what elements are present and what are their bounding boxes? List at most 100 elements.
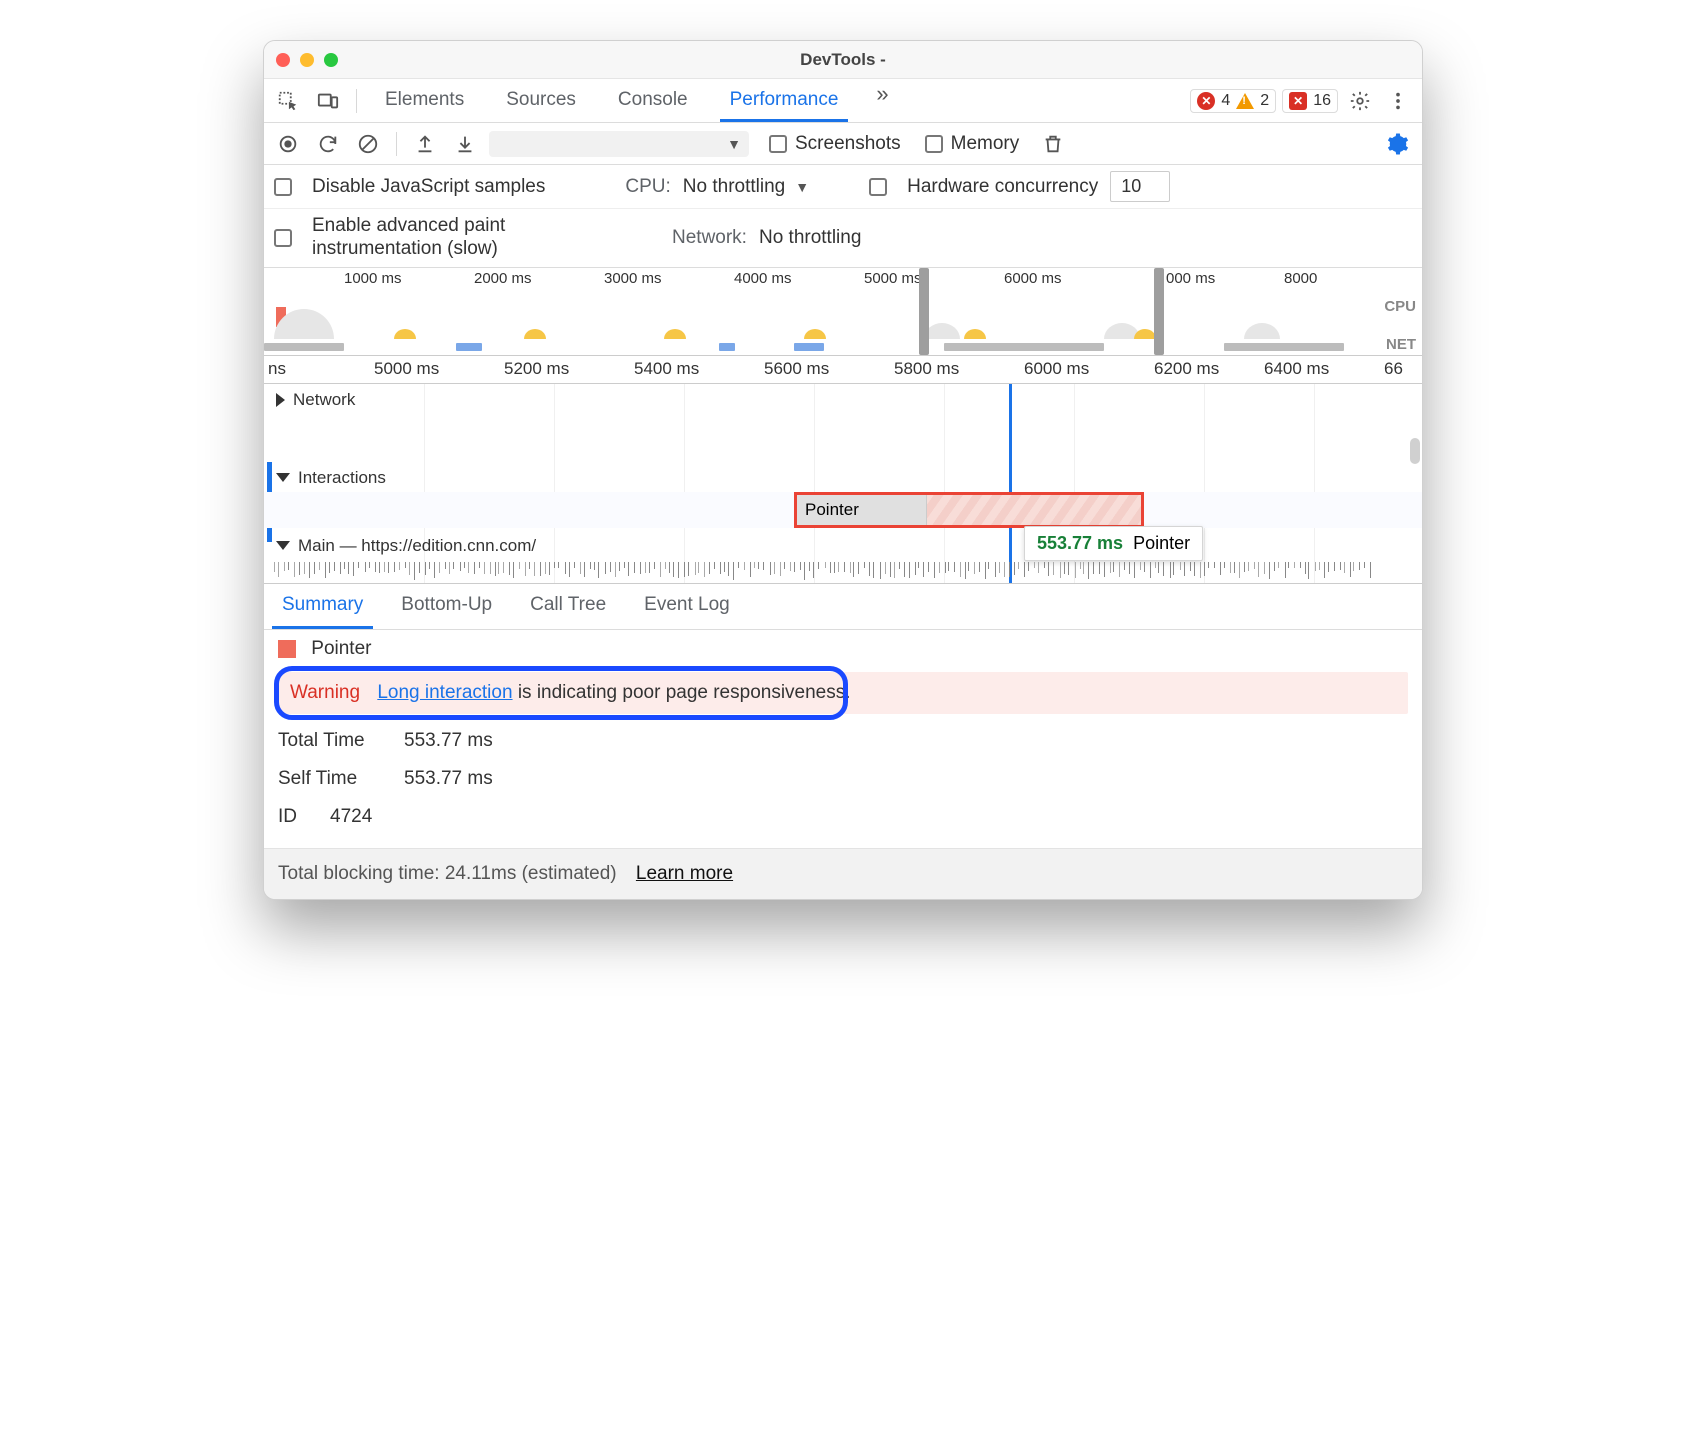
- long-interaction-link[interactable]: Long interaction: [377, 682, 512, 703]
- id-row: ID 4724: [278, 806, 1408, 828]
- scrollbar-thumb[interactable]: [1410, 438, 1420, 464]
- pointer-color-swatch: [278, 640, 296, 658]
- overview-tick: 1000 ms: [344, 270, 402, 287]
- main-flame-strip: [264, 562, 1422, 584]
- id-key: ID: [278, 806, 314, 828]
- network-throttling-select[interactable]: No throttling: [759, 227, 861, 249]
- subtab-summary[interactable]: Summary: [272, 584, 373, 629]
- interactions-track-label: Interactions: [298, 468, 386, 488]
- main-track-header[interactable]: Main — https://edition.cnn.com/: [264, 536, 1412, 556]
- tbt-text: Total blocking time: 24.11ms (estimated): [278, 863, 617, 884]
- zoom-window-button[interactable]: [324, 53, 338, 67]
- overview-tick: 2000 ms: [474, 270, 532, 287]
- hw-concurrency-input[interactable]: 10: [1110, 171, 1170, 202]
- detail-ruler[interactable]: ns 5000 ms 5200 ms 5400 ms 5600 ms 5800 …: [264, 356, 1422, 384]
- console-status-button[interactable]: ✕ 4 2: [1190, 89, 1276, 113]
- warning-text: is indicating poor page responsiveness.: [513, 682, 851, 703]
- tab-console[interactable]: Console: [608, 81, 698, 121]
- issues-icon: ✕: [1289, 92, 1307, 110]
- performance-toolbar: ▼ Screenshots Memory: [264, 123, 1422, 165]
- minimize-window-button[interactable]: [300, 53, 314, 67]
- summary-event-name: Pointer: [311, 638, 371, 659]
- subtab-event-log[interactable]: Event Log: [634, 584, 740, 629]
- warning-label: Warning: [290, 682, 360, 703]
- download-icon[interactable]: [449, 128, 481, 160]
- titlebar: DevTools -: [264, 41, 1422, 79]
- traffic-lights: [276, 53, 338, 67]
- disable-js-label: Disable JavaScript samples: [312, 176, 545, 198]
- overview-ticks: 1000 ms 2000 ms 3000 ms 4000 ms 5000 ms …: [264, 268, 1422, 290]
- memory-label: Memory: [951, 133, 1020, 155]
- more-tabs-icon[interactable]: »: [870, 81, 894, 121]
- total-time-key: Total Time: [278, 730, 388, 752]
- overview-timeline[interactable]: 1000 ms 2000 ms 3000 ms 4000 ms 5000 ms …: [264, 268, 1422, 356]
- error-icon: ✕: [1197, 92, 1215, 110]
- ruler-tick: 5000 ms: [374, 359, 439, 379]
- window-title: DevTools -: [264, 50, 1422, 70]
- learn-more-link[interactable]: Learn more: [636, 863, 733, 884]
- overview-tick: 4000 ms: [734, 270, 792, 287]
- hw-concurrency-checkbox[interactable]: [869, 178, 887, 196]
- panel-tabs: Elements Sources Console Performance »: [375, 81, 895, 121]
- recording-selector[interactable]: ▼: [489, 131, 749, 157]
- ruler-tick: 5800 ms: [894, 359, 959, 379]
- settings-icon[interactable]: [1344, 85, 1376, 117]
- overview-handle-left[interactable]: [919, 268, 929, 355]
- summary-title-row: Pointer: [278, 638, 1408, 660]
- screenshots-label: Screenshots: [795, 133, 901, 155]
- ruler-tick: 5400 ms: [634, 359, 699, 379]
- overview-cpu-label: CPU: [1384, 298, 1416, 315]
- tab-performance[interactable]: Performance: [720, 81, 849, 122]
- summary-panel: Pointer Warning Long interaction is indi…: [264, 630, 1422, 828]
- inspect-icon[interactable]: [272, 85, 304, 117]
- reload-record-button[interactable]: [312, 128, 344, 160]
- network-track-label: Network: [293, 390, 355, 410]
- device-toggle-icon[interactable]: [312, 85, 344, 117]
- tab-elements[interactable]: Elements: [375, 81, 474, 121]
- ruler-tick: 5200 ms: [504, 359, 569, 379]
- cpu-throttling-select[interactable]: No throttling ▼: [683, 176, 809, 198]
- advanced-paint-checkbox[interactable]: [274, 229, 292, 247]
- overview-net-label: NET: [1386, 336, 1416, 353]
- network-label: Network:: [672, 227, 747, 249]
- network-track-header[interactable]: Network: [264, 390, 1412, 410]
- self-time-row: Self Time 553.77 ms: [278, 768, 1408, 790]
- separator: [356, 89, 357, 113]
- flame-chart-area[interactable]: Network Interactions Pointer 553.77 ms P…: [264, 384, 1422, 584]
- memory-checkbox[interactable]: [925, 135, 943, 153]
- warning-count: 2: [1260, 92, 1269, 110]
- ruler-tick: ns: [268, 359, 286, 379]
- record-button[interactable]: [272, 128, 304, 160]
- delete-icon[interactable]: [1037, 128, 1069, 160]
- close-window-button[interactable]: [276, 53, 290, 67]
- ruler-tick: 6200 ms: [1154, 359, 1219, 379]
- interactions-track-header[interactable]: Interactions: [264, 468, 1412, 488]
- main-tabbar: Elements Sources Console Performance » ✕…: [264, 79, 1422, 123]
- subtab-bottom-up[interactable]: Bottom-Up: [391, 584, 502, 629]
- disable-js-checkbox[interactable]: [274, 178, 292, 196]
- total-time-row: Total Time 553.77 ms: [278, 730, 1408, 752]
- overview-tick: 5000 ms: [864, 270, 922, 287]
- capture-settings-icon[interactable]: [1382, 128, 1414, 160]
- expand-icon: [276, 393, 285, 407]
- tab-sources[interactable]: Sources: [496, 81, 586, 121]
- subtab-call-tree[interactable]: Call Tree: [520, 584, 616, 629]
- more-menu-icon[interactable]: [1382, 85, 1414, 117]
- status-badges: ✕ 4 2 ✕ 16: [1190, 85, 1414, 117]
- advanced-paint-label: Enable advanced paint instrumentation (s…: [312, 215, 612, 261]
- screenshots-checkbox[interactable]: [769, 135, 787, 153]
- overview-tick: 8000: [1284, 270, 1317, 287]
- self-time-key: Self Time: [278, 768, 388, 790]
- separator: [396, 132, 397, 156]
- collapse-icon: [276, 541, 290, 550]
- ruler-tick: 6000 ms: [1024, 359, 1089, 379]
- error-count: 4: [1221, 92, 1230, 110]
- issues-button[interactable]: ✕ 16: [1282, 89, 1338, 113]
- overview-handle-right[interactable]: [1154, 268, 1164, 355]
- warning-row: Warning Long interaction is indicating p…: [278, 672, 1408, 714]
- pointer-interaction-bar[interactable]: Pointer: [794, 492, 1144, 528]
- upload-icon[interactable]: [409, 128, 441, 160]
- network-value: No throttling: [759, 227, 861, 249]
- self-time-value: 553.77 ms: [404, 768, 493, 790]
- clear-button[interactable]: [352, 128, 384, 160]
